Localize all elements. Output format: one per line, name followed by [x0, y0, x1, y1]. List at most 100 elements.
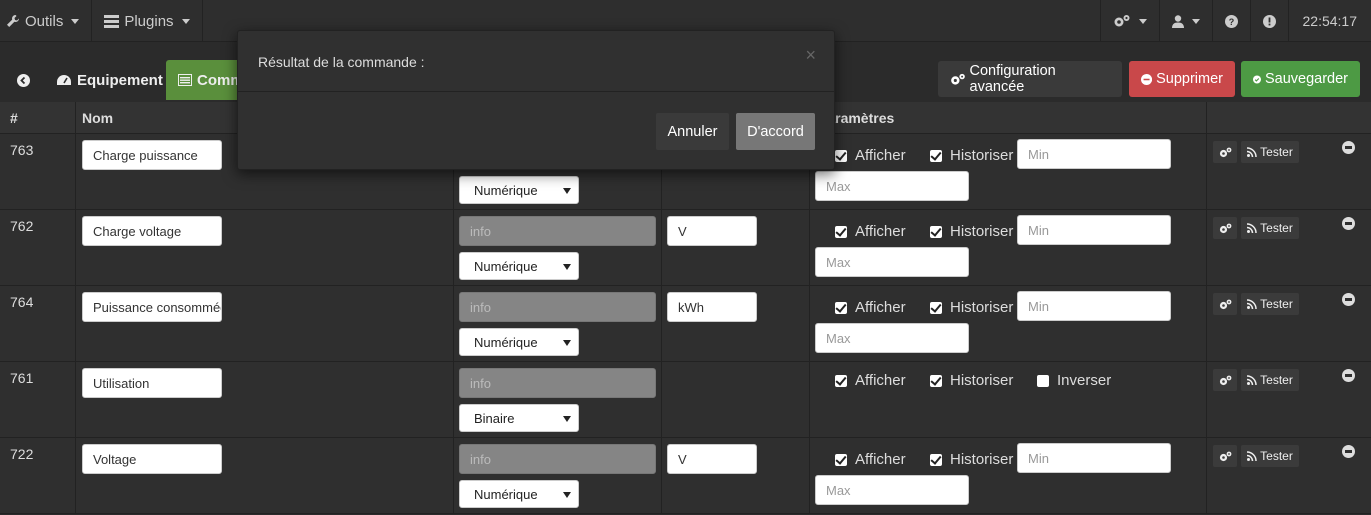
check-circle-icon — [1253, 75, 1261, 83]
test-button[interactable]: Tester — [1241, 141, 1299, 163]
menu-plugins[interactable]: Plugins — [92, 0, 203, 42]
test-label: Tester — [1260, 221, 1293, 235]
minus-circle-icon — [1141, 73, 1153, 85]
test-button[interactable]: Tester — [1241, 369, 1299, 391]
config-command-button[interactable] — [1213, 293, 1237, 315]
type-input: info — [459, 292, 656, 322]
cancel-button[interactable]: Annuler — [656, 113, 729, 150]
column-divider — [661, 362, 662, 437]
wrench-icon — [7, 15, 19, 27]
unit-input[interactable]: V — [667, 216, 757, 246]
command-name-input[interactable]: Charge puissance — [82, 140, 222, 170]
checkbox-checked-icon — [835, 149, 847, 162]
unit-input[interactable]: kWh — [667, 292, 757, 322]
historiser-checkbox[interactable]: Historiser — [930, 147, 1013, 164]
remove-command-icon[interactable] — [1342, 217, 1355, 230]
config-command-button[interactable] — [1213, 445, 1237, 467]
table-row: 722 Voltage info Numérique V Afficher Hi… — [0, 438, 1371, 514]
table-row: 762 Charge voltage info Numérique V Affi… — [0, 210, 1371, 286]
column-divider — [1206, 438, 1207, 513]
column-divider — [661, 286, 662, 361]
subtype-value: Numérique — [474, 486, 538, 502]
test-button[interactable]: Tester — [1241, 445, 1299, 467]
tab-commandes[interactable]: Commandes — [166, 60, 246, 100]
rss-icon — [1247, 451, 1257, 461]
inverser-checkbox[interactable]: Inverser — [1037, 372, 1111, 389]
column-divider — [453, 438, 454, 513]
max-input[interactable]: Max — [815, 323, 969, 353]
gears-icon — [1114, 15, 1129, 27]
afficher-checkbox[interactable]: Afficher — [835, 223, 906, 240]
subtype-value: Numérique — [474, 258, 538, 274]
subtype-select[interactable]: Numérique — [459, 176, 579, 204]
remove-command-icon[interactable] — [1342, 141, 1355, 154]
test-label: Tester — [1260, 297, 1293, 311]
checkbox-checked-icon — [930, 453, 942, 466]
test-button[interactable]: Tester — [1241, 293, 1299, 315]
command-name-input[interactable]: Charge voltage — [82, 216, 222, 246]
column-divider — [1206, 102, 1207, 133]
subtype-select[interactable]: Binaire — [459, 404, 579, 432]
column-divider — [809, 438, 810, 513]
subtype-select[interactable]: Numérique — [459, 252, 579, 280]
delete-button[interactable]: Supprimer — [1129, 61, 1235, 97]
historiser-checkbox[interactable]: Historiser — [930, 372, 1013, 389]
menu-outils[interactable]: Outils — [0, 0, 93, 42]
svg-text:?: ? — [1228, 17, 1234, 27]
max-input[interactable]: Max — [815, 171, 969, 201]
rss-icon — [1247, 299, 1257, 309]
close-icon[interactable]: × — [805, 45, 816, 66]
column-divider — [75, 210, 76, 285]
afficher-label: Afficher — [855, 372, 906, 389]
afficher-checkbox[interactable]: Afficher — [835, 299, 906, 316]
afficher-checkbox[interactable]: Afficher — [835, 147, 906, 164]
tab-equipement[interactable]: Equipement — [44, 60, 175, 100]
min-input[interactable]: Min — [1017, 139, 1171, 169]
afficher-checkbox[interactable]: Afficher — [835, 372, 906, 389]
test-button[interactable]: Tester — [1241, 217, 1299, 239]
unit-input[interactable]: V — [667, 444, 757, 474]
max-input[interactable]: Max — [815, 247, 969, 277]
min-input[interactable]: Min — [1017, 291, 1171, 321]
menu-user[interactable] — [1158, 0, 1212, 42]
subtype-select[interactable]: Numérique — [459, 480, 579, 508]
command-name-input[interactable]: Puissance consommée — [82, 292, 222, 322]
command-id: 764 — [10, 294, 34, 310]
menu-settings[interactable] — [1099, 0, 1159, 42]
column-divider — [453, 362, 454, 437]
historiser-checkbox[interactable]: Historiser — [930, 299, 1013, 316]
chevron-down-icon — [1138, 18, 1147, 24]
checkbox-checked-icon — [930, 225, 942, 238]
column-divider — [75, 102, 76, 133]
historiser-checkbox[interactable]: Historiser — [930, 223, 1013, 240]
historiser-label: Historiser — [950, 223, 1014, 240]
column-divider — [661, 438, 662, 513]
config-command-button[interactable] — [1213, 217, 1237, 239]
config-command-button[interactable] — [1213, 141, 1237, 163]
subtype-select[interactable]: Numérique — [459, 328, 579, 356]
min-input[interactable]: Min — [1017, 443, 1171, 473]
gears-icon — [1219, 299, 1231, 309]
min-input[interactable]: Min — [1017, 215, 1171, 245]
command-name-input[interactable]: Utilisation — [82, 368, 222, 398]
caret-down-icon — [563, 188, 571, 194]
save-button[interactable]: Sauvegarder — [1241, 61, 1360, 97]
command-name-input[interactable]: Voltage — [82, 444, 222, 474]
remove-command-icon[interactable] — [1342, 369, 1355, 382]
user-icon — [1171, 14, 1184, 28]
table-row: 764 Puissance consommée info Numérique k… — [0, 286, 1371, 362]
historiser-checkbox[interactable]: Historiser — [930, 451, 1013, 468]
alert-button[interactable] — [1249, 0, 1288, 42]
remove-command-icon[interactable] — [1342, 293, 1355, 306]
config-command-button[interactable] — [1213, 369, 1237, 391]
ok-button[interactable]: D'accord — [736, 113, 815, 150]
navbar-right: ? 22:54:17 — [1099, 0, 1371, 42]
column-divider — [661, 210, 662, 285]
back-button[interactable] — [8, 60, 38, 100]
max-input[interactable]: Max — [815, 475, 969, 505]
command-id: 761 — [10, 370, 34, 386]
afficher-checkbox[interactable]: Afficher — [835, 451, 906, 468]
help-button[interactable]: ? — [1211, 0, 1250, 42]
remove-command-icon[interactable] — [1342, 445, 1355, 458]
advanced-config-button[interactable]: Configuration avancée — [938, 61, 1122, 97]
